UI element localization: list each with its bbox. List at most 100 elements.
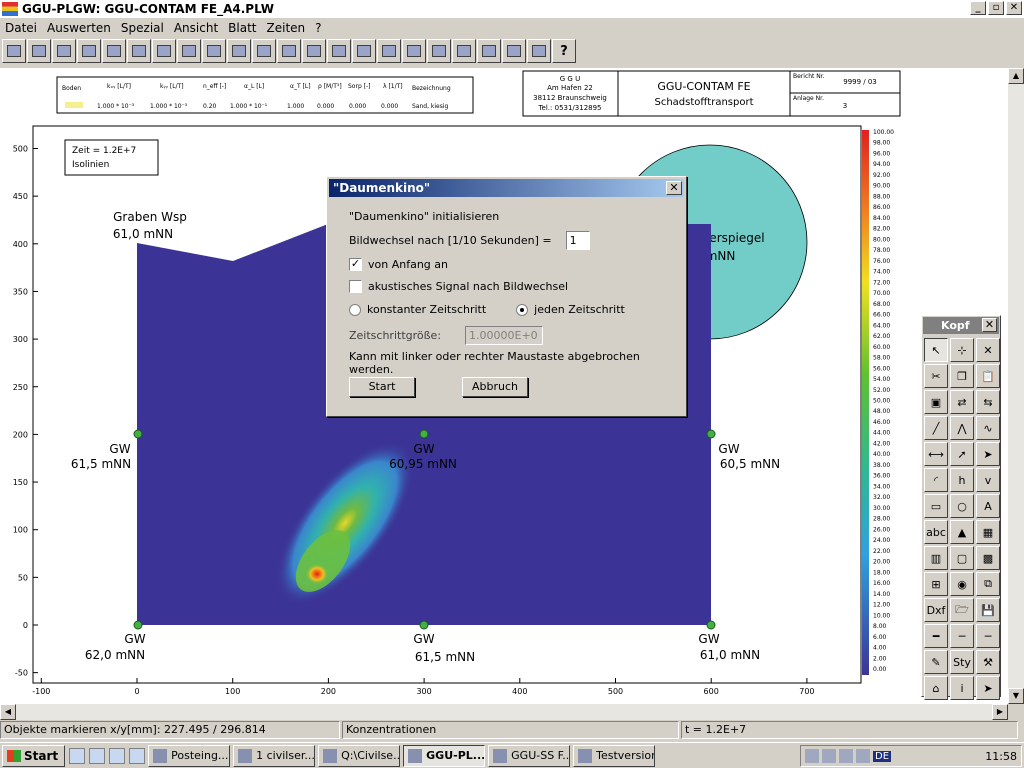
arrow-up-button[interactable] <box>527 39 551 63</box>
arc-tool[interactable]: ◜ <box>924 468 948 492</box>
fill-button[interactable] <box>152 39 176 63</box>
menu-blatt[interactable]: Blatt <box>223 21 261 35</box>
dxf-tool[interactable]: Dxf <box>924 598 948 622</box>
textbox-tool[interactable]: abc <box>924 520 948 544</box>
scroll-up-button[interactable]: ▲ <box>1008 68 1024 84</box>
taskbar-task[interactable]: Q:\Civilse... <box>318 744 401 767</box>
jeden-radio[interactable] <box>516 303 529 316</box>
menu-zeiten[interactable]: Zeiten <box>262 21 311 35</box>
target-tool[interactable]: ◉ <box>950 572 974 596</box>
tray-app-icon[interactable] <box>856 749 870 763</box>
von-anfang-checkbox[interactable]: ✓ <box>349 258 362 271</box>
isoline-button[interactable] <box>252 39 276 63</box>
rectangle-tool[interactable]: ▭ <box>924 494 948 518</box>
taskbar-task[interactable]: 1 civilser... <box>233 744 316 767</box>
cut-button[interactable] <box>402 39 426 63</box>
taskbar-task[interactable]: Testversion <box>573 744 656 767</box>
arrow-down-button[interactable] <box>502 39 526 63</box>
bildwechsel-input[interactable]: 1 <box>565 231 590 250</box>
explorer-icon[interactable] <box>109 747 126 764</box>
hline-tool[interactable]: h <box>950 468 974 492</box>
tray-network-icon[interactable] <box>805 749 819 763</box>
open-button[interactable] <box>2 39 26 63</box>
grid-tool[interactable]: ▩ <box>976 546 1000 570</box>
medium-line-tool[interactable]: ─ <box>950 624 974 648</box>
menu-auswerten[interactable]: Auswerten <box>42 21 116 35</box>
pen-tool[interactable]: ✎ <box>924 650 948 674</box>
graph-button[interactable] <box>427 39 451 63</box>
menu-ansicht[interactable]: Ansicht <box>169 21 223 35</box>
scroll-right-button[interactable]: ▶ <box>992 704 1008 720</box>
info-tool[interactable]: i <box>950 676 974 700</box>
kopf-palette[interactable]: Kopf ✕ ↖ ⊹ ✕ ✂ ❐ 📋 ▣ ⇄ ⇆ ╱ ⋀ ∿ ⟷ ➚ ➤ ◜ h v ▭ ○ Aabc ▲ ▦ ▥ ▢ ▩ ⊞ ◉ ⧉ D… <box>921 315 1001 700</box>
wrench-tool[interactable]: ⚒ <box>976 650 1000 674</box>
tray-antivirus-icon[interactable] <box>839 749 853 763</box>
layers-tool[interactable]: ⧉ <box>976 572 1000 596</box>
link-tool[interactable]: ⇄ <box>950 390 974 414</box>
tray-volume-icon[interactable] <box>822 749 836 763</box>
text-tool[interactable]: A <box>976 494 1000 518</box>
menu-help[interactable]: ? <box>310 21 326 35</box>
scroll-left-button[interactable]: ◀ <box>0 704 16 720</box>
abbruch-button[interactable]: Abbruch <box>462 377 528 397</box>
node-pointer-tool[interactable]: ⊹ <box>950 338 974 362</box>
polyline-tool[interactable]: ⋀ <box>950 416 974 440</box>
start-button-taskbar[interactable]: Start <box>2 744 66 767</box>
zoom-button[interactable] <box>102 39 126 63</box>
import-tool[interactable]: ⊞ <box>924 572 948 596</box>
palette-close-button[interactable]: ✕ <box>982 318 997 332</box>
delete-tool[interactable]: ✕ <box>976 338 1000 362</box>
gate-button[interactable] <box>452 39 476 63</box>
desktop-icon[interactable] <box>69 747 86 764</box>
color-button[interactable] <box>327 39 351 63</box>
arrow-line-tool[interactable]: ➚ <box>950 442 974 466</box>
pages-button[interactable] <box>202 39 226 63</box>
copy-tool[interactable]: ❐ <box>950 364 974 388</box>
save-tool[interactable]: 💾 <box>976 598 1000 622</box>
taskbar-task[interactable]: GGU-PL... <box>403 744 486 767</box>
help-button[interactable]: ? <box>552 39 576 63</box>
tools-button[interactable] <box>77 39 101 63</box>
dialog-titlebar[interactable]: "Daumenkino" ✕ <box>329 179 684 197</box>
app-quick-icon[interactable] <box>129 747 146 764</box>
isoline-color-button[interactable] <box>277 39 301 63</box>
taskbar-task[interactable]: GGU-SS F... <box>488 744 571 767</box>
save-button[interactable] <box>27 39 51 63</box>
vertical-scrollbar[interactable]: ▲ ▼ <box>1008 68 1024 704</box>
konstant-radio[interactable] <box>349 303 361 316</box>
home-tool[interactable]: ⌂ <box>924 676 948 700</box>
table-tool[interactable]: ▦ <box>976 520 1000 544</box>
browser-icon[interactable] <box>89 747 106 764</box>
taskbar-task[interactable]: Posteing... <box>148 744 231 767</box>
draw-button[interactable] <box>127 39 151 63</box>
vline-tool[interactable]: v <box>976 468 1000 492</box>
books-tool[interactable]: ▥ <box>924 546 948 570</box>
pointer-tool[interactable]: ↖ <box>924 338 948 362</box>
akustisch-checkbox[interactable] <box>349 280 362 293</box>
horizontal-scrollbar[interactable]: ◀ ▶ <box>0 704 1008 720</box>
cursor-tool[interactable]: ➤ <box>976 676 1000 700</box>
scroll-down-button[interactable]: ▼ <box>1008 688 1024 704</box>
freehand-tool[interactable]: ∿ <box>976 416 1000 440</box>
open-folder-tool[interactable]: 🗁 <box>950 598 974 622</box>
line-tool[interactable]: ╱ <box>924 416 948 440</box>
double-arrow-button[interactable] <box>477 39 501 63</box>
circle-tool[interactable]: ○ <box>950 494 974 518</box>
menu-datei[interactable]: Datei <box>0 21 42 35</box>
timer-button[interactable] <box>352 39 376 63</box>
thick-line-tool[interactable]: ━ <box>924 624 948 648</box>
dialog-close-button[interactable]: ✕ <box>666 181 682 195</box>
minimize-button[interactable]: _ <box>970 1 986 15</box>
unlink-tool[interactable]: ⇆ <box>976 390 1000 414</box>
picture-tool[interactable]: ▲ <box>950 520 974 544</box>
palette-titlebar[interactable]: Kopf ✕ <box>923 317 999 334</box>
image-tool[interactable]: ▣ <box>924 390 948 414</box>
iso-button[interactable] <box>302 39 326 63</box>
polygon-button[interactable] <box>227 39 251 63</box>
menu-spezial[interactable]: Spezial <box>116 21 169 35</box>
dimension-tool[interactable]: ⟷ <box>924 442 948 466</box>
maximize-button[interactable]: ▫ <box>988 1 1004 15</box>
style-tool[interactable]: Sty <box>950 650 974 674</box>
print-button[interactable] <box>52 39 76 63</box>
section-button[interactable] <box>377 39 401 63</box>
